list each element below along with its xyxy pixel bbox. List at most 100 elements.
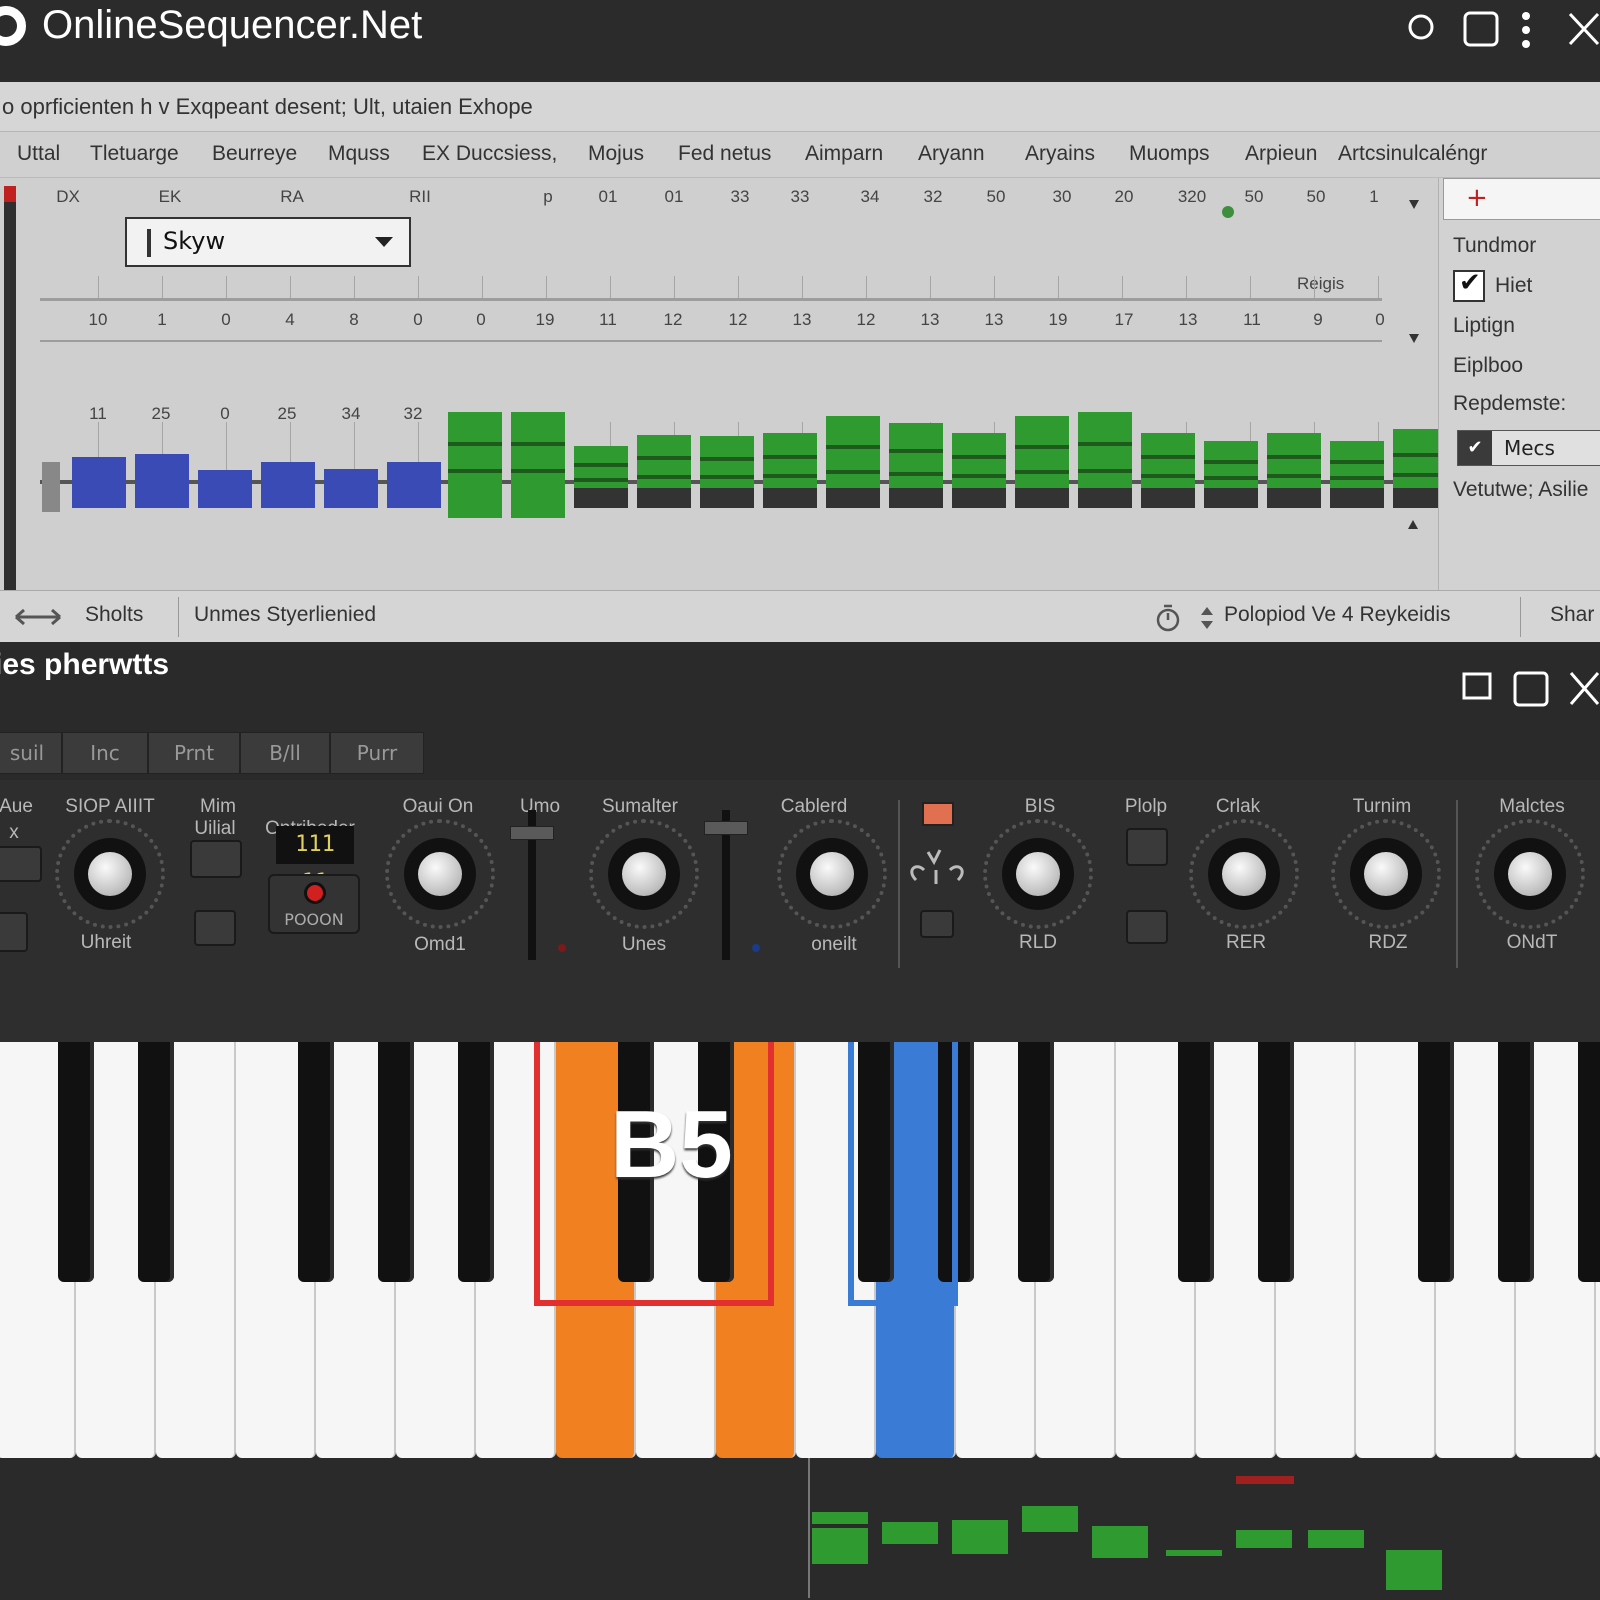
status-left[interactable]: Sholts (85, 603, 143, 627)
black-key[interactable] (1178, 1042, 1214, 1282)
velocity-bar[interactable] (1015, 416, 1069, 498)
checkbox[interactable]: ✔ (1453, 268, 1485, 302)
synth-tab[interactable]: suil (0, 732, 62, 774)
close-icon[interactable] (1568, 670, 1600, 708)
fader-track[interactable] (510, 810, 554, 960)
column-header[interactable]: Aryann (918, 142, 985, 166)
black-key[interactable] (1018, 1042, 1054, 1282)
square-button[interactable] (194, 910, 236, 946)
velocity-bar[interactable] (826, 416, 880, 498)
roll-note[interactable] (952, 1520, 1008, 1554)
black-key[interactable] (458, 1042, 494, 1282)
toggle-button[interactable] (1126, 910, 1168, 944)
synth-tab[interactable]: Purr (330, 732, 424, 774)
mode-select[interactable]: ✔ Mecs (1457, 430, 1600, 466)
scroll-up-icon[interactable] (1408, 520, 1418, 529)
column-header[interactable]: Fed netus (678, 142, 771, 166)
velocity-bar[interactable] (324, 469, 378, 508)
velocity-bar[interactable] (135, 454, 189, 508)
close-icon[interactable] (1566, 10, 1600, 50)
black-key[interactable] (1578, 1042, 1600, 1282)
toggle-button[interactable] (1126, 828, 1168, 866)
fader-track[interactable] (704, 810, 748, 960)
velocity-bar[interactable] (448, 412, 502, 518)
black-key[interactable] (138, 1042, 174, 1282)
column-header[interactable]: Aimparn (805, 142, 883, 166)
column-header[interactable]: Tletuarge (90, 142, 179, 166)
fader-handle[interactable] (510, 826, 554, 840)
timer-icon[interactable] (1154, 603, 1182, 633)
resize-horizontal-icon[interactable] (14, 605, 62, 629)
add-icon[interactable]: + (1466, 183, 1488, 213)
knob[interactable] (1002, 838, 1074, 910)
maximize-icon[interactable] (1512, 670, 1550, 708)
column-header[interactable]: Muomps (1129, 142, 1210, 166)
more-vertical-icon[interactable] (1518, 10, 1534, 50)
column-header[interactable]: Arpieun (1245, 142, 1317, 166)
side-item[interactable]: Liptign (1453, 314, 1515, 338)
roll-note[interactable] (1386, 1550, 1442, 1590)
toggle-button[interactable] (0, 912, 28, 952)
knob[interactable] (608, 838, 680, 910)
knob[interactable] (74, 838, 146, 910)
black-key[interactable] (1418, 1042, 1454, 1282)
minimize-circle-icon[interactable] (1406, 10, 1436, 40)
roll-note[interactable] (812, 1512, 868, 1524)
column-header[interactable]: Uttal (17, 142, 60, 166)
side-item[interactable]: Eiplboo (1453, 354, 1523, 378)
share-button[interactable]: Shar (1550, 603, 1594, 627)
piano-roll-preview[interactable] (0, 1458, 1600, 1600)
loop-marker[interactable] (1236, 1476, 1294, 1484)
roll-note[interactable] (1166, 1550, 1222, 1556)
knob[interactable] (1494, 838, 1566, 910)
black-key[interactable] (1258, 1042, 1294, 1282)
add-track-field[interactable]: + (1443, 178, 1600, 220)
scroll-down-icon[interactable] (1409, 200, 1419, 209)
column-header[interactable]: Aryains (1025, 142, 1095, 166)
velocity-bar[interactable] (198, 470, 252, 508)
toggle-button[interactable] (0, 846, 42, 882)
knob[interactable] (1350, 838, 1422, 910)
record-button[interactable]: POOON (268, 874, 360, 934)
synth-tab[interactable]: Inc (62, 732, 148, 774)
velocity-bar[interactable] (261, 462, 315, 508)
column-header[interactable]: Beurreye (212, 142, 297, 166)
column-header[interactable]: Artcsinulcaléngr (1338, 142, 1487, 166)
mic-button[interactable] (190, 840, 242, 878)
playhead[interactable] (808, 1458, 810, 1598)
roll-note[interactable] (1022, 1506, 1078, 1532)
black-key[interactable] (298, 1042, 334, 1282)
minimize-icon[interactable] (1462, 672, 1492, 702)
fader-handle[interactable] (704, 821, 748, 835)
black-key[interactable] (58, 1042, 94, 1282)
square-button[interactable] (920, 910, 954, 938)
roll-note[interactable] (812, 1528, 868, 1564)
velocity-bar[interactable] (1078, 412, 1132, 498)
knob[interactable] (796, 838, 868, 910)
black-key[interactable] (1498, 1042, 1534, 1282)
column-header[interactable]: Mquss (328, 142, 390, 166)
roll-note[interactable] (1092, 1526, 1148, 1558)
black-key[interactable] (378, 1042, 414, 1282)
roll-note[interactable] (1308, 1530, 1364, 1548)
instrument-dropdown[interactable]: Skyw (125, 217, 411, 267)
waveform-icon[interactable] (906, 840, 968, 890)
roll-note[interactable] (1236, 1530, 1292, 1548)
stepper-icon[interactable] (1200, 605, 1214, 631)
column-header[interactable]: EX Duccsiess, (422, 142, 557, 166)
column-header[interactable]: Mojus (588, 142, 644, 166)
synth-tab[interactable]: Prnt (148, 732, 240, 774)
maximize-icon[interactable] (1462, 10, 1502, 50)
velocity-handle[interactable] (42, 462, 60, 512)
side-item[interactable]: Repdemste: (1453, 392, 1566, 416)
knob[interactable] (404, 838, 476, 910)
scroll-down-icon[interactable] (1409, 334, 1419, 343)
velocity-bar[interactable] (72, 457, 126, 508)
knob[interactable] (1208, 838, 1280, 910)
velocity-bar[interactable] (889, 423, 943, 498)
synth-tab[interactable]: B/ll (240, 732, 330, 774)
roll-note[interactable] (882, 1522, 938, 1544)
velocity-bar[interactable] (387, 462, 441, 508)
side-item[interactable]: Tundmor (1453, 234, 1536, 258)
velocity-bar[interactable] (511, 412, 565, 518)
